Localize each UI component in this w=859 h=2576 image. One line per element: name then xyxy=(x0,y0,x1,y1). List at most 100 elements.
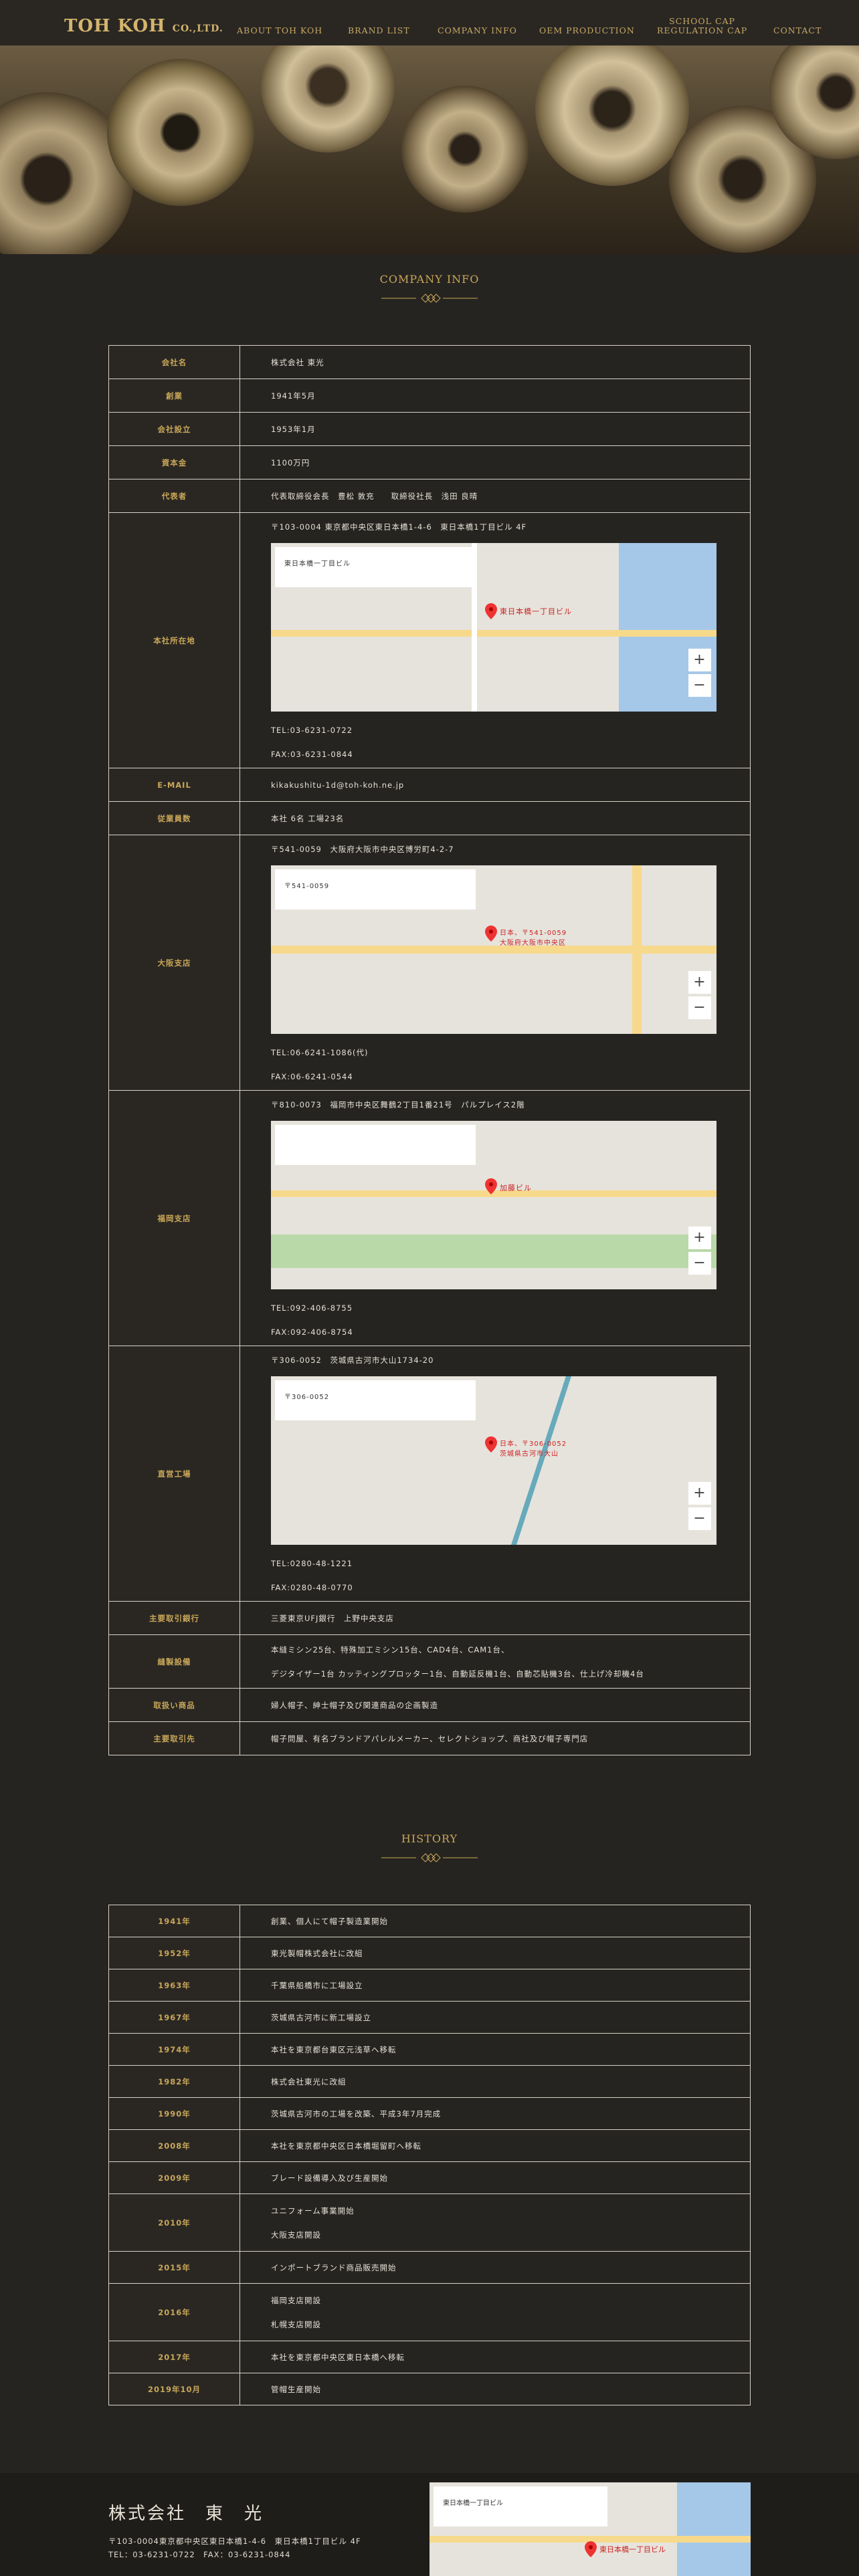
email-link[interactable]: kikakushitu-1d@toh-koh.ne.jp xyxy=(271,780,404,790)
factory-map[interactable]: 〒306-0052 日本、〒306-0052 茨城県古河市大山 + − xyxy=(271,1376,717,1545)
history-event-line: 東光製帽株式会社に改組 xyxy=(271,1948,363,1958)
history-row: 2017年 本社を東京都中央区東日本橋へ移転 xyxy=(108,2341,751,2373)
equipment-line: 本縫ミシン25台、特殊加工ミシン15台、CAD4台、CAM1台、 xyxy=(271,1644,510,1654)
map-label: 東日本橋一丁目ビル xyxy=(599,2545,666,2554)
map-info-card: 東日本橋一丁目ビル xyxy=(275,546,476,587)
hq-fax: FAX:03-6231-0844 xyxy=(271,749,353,759)
history-row: 1974年 本社を東京都台東区元浅草へ移転 xyxy=(108,2033,751,2066)
hq-map[interactable]: 東日本橋一丁目ビル 東日本橋一丁目ビル + − xyxy=(271,542,717,712)
fukuoka-tel: TEL:092-406-8755 xyxy=(271,1303,353,1313)
map-pin-icon xyxy=(485,1436,497,1453)
history-event: 茨城県古河市の工場を改築、平成3年7月完成 xyxy=(240,2097,751,2130)
history-event-line: 本社を東京都台東区元浅草へ移転 xyxy=(271,2044,397,2054)
table-row-hq: 本社所在地 〒103-0004 東京都中央区東日本橋1-4-6 東日本橋1丁目ビ… xyxy=(108,512,751,768)
history-event-line: 管帽生産開始 xyxy=(271,2384,321,2394)
row-value: 株式会社 東光 xyxy=(240,345,751,379)
history-year: 1941年 xyxy=(108,1905,240,1937)
fukuoka-map[interactable]: 加藤ビル + − xyxy=(271,1120,717,1289)
osaka-address: 〒541-0059 大阪府大阪市中央区博労町4-2-7 xyxy=(271,844,454,854)
footer-address: 〒103-0004東京都中央区東日本橋1-4-6 東日本橋1丁目ビル 4F xyxy=(108,2537,361,2546)
osaka-map[interactable]: 〒541-0059 日本、〒541-0059 大阪府大阪市中央区 + − xyxy=(271,865,717,1034)
table-row-factory: 直営工場 〒306-0052 茨城県古河市大山1734-20 〒306-0052… xyxy=(108,1346,751,1602)
nav-oem[interactable]: OEM PRODUCTION xyxy=(539,25,635,35)
history-event-line: 札幌支店開設 xyxy=(271,2319,321,2329)
zoom-out-button[interactable]: − xyxy=(688,1507,711,1530)
zoom-out-button[interactable]: − xyxy=(688,1251,711,1275)
fukuoka-address: 〒810-0073 福岡市中央区舞鶴2丁目1番21号 パルプレイス2階 xyxy=(271,1099,525,1109)
history-row: 2008年 本社を東京都中央区日本橋堀留町へ移転 xyxy=(108,2129,751,2162)
history-row: 2009年 ブレード設備導入及び生産開始 xyxy=(108,2161,751,2194)
history-event: 本社を東京都中央区東日本橋へ移転 xyxy=(240,2341,751,2373)
map-pin-icon xyxy=(485,1178,497,1194)
map-label: 東日本橋一丁目ビル xyxy=(500,607,572,616)
map-pin-icon xyxy=(485,925,497,942)
hq-address: 〒103-0004 東京都中央区東日本橋1-4-6 東日本橋1丁目ビル 4F xyxy=(271,522,527,532)
history-event-line: ユニフォーム事業開始 xyxy=(271,2206,355,2216)
row-value: 1100万円 xyxy=(240,445,751,479)
history-event-line: 茨城県古河市に新工場設立 xyxy=(271,2012,371,2022)
zoom-in-button[interactable]: + xyxy=(688,1226,711,1249)
osaka-tel: TEL:06-6241-1086(代) xyxy=(271,1047,369,1057)
history-year: 1967年 xyxy=(108,2001,240,2034)
row-value: 婦人帽子、紳士帽子及び関連商品の企画製造 xyxy=(240,1688,751,1722)
history-event: ブレード設備導入及び生産開始 xyxy=(240,2161,751,2194)
history-event: 管帽生産開始 xyxy=(240,2373,751,2405)
row-label: 従業員数 xyxy=(108,801,240,835)
history-event-line: インポートブランド商品販売開始 xyxy=(271,2262,397,2272)
hq-tel: TEL:03-6231-0722 xyxy=(271,725,353,735)
nav-company-info[interactable]: COMPANY INFO xyxy=(438,25,517,35)
row-value: 本社 6名 工場23名 xyxy=(240,801,751,835)
nav-about[interactable]: ABOUT TOH KOH xyxy=(237,25,322,35)
history-row: 1941年 創業、個人にて帽子製造業開始 xyxy=(108,1905,751,1937)
row-label: 会社設立 xyxy=(108,412,240,446)
history-event-line: 創業、個人にて帽子製造業開始 xyxy=(271,1916,388,1926)
table-row: 資本金 1100万円 xyxy=(108,445,751,479)
zoom-in-button[interactable]: + xyxy=(688,648,711,671)
history-event-line: 本社を東京都中央区日本橋堀留町へ移転 xyxy=(271,2141,421,2151)
map-pin-icon xyxy=(585,2541,597,2557)
history-event: インポートブランド商品販売開始 xyxy=(240,2251,751,2284)
row-value: 代表取締役会長 豊松 敦充 取締役社長 浅田 良晴 xyxy=(240,479,751,513)
history-year: 2015年 xyxy=(108,2251,240,2284)
nav-contact[interactable]: CONTACT xyxy=(773,25,822,35)
nav-school-regulation-cap[interactable]: SCHOOL CAP REGULATION CAP xyxy=(657,17,747,35)
history-year: 2017年 xyxy=(108,2341,240,2373)
zoom-out-button[interactable]: − xyxy=(688,673,711,697)
history-event: 株式会社東光に改組 xyxy=(240,2065,751,2098)
row-value: 1941年5月 xyxy=(240,379,751,413)
row-value: 帽子問屋、有名ブランドアパレルメーカー、セレクトショップ、商社及び帽子専門店 xyxy=(240,1721,751,1755)
table-row: 主要取引先 帽子問屋、有名ブランドアパレルメーカー、セレクトショップ、商社及び帽子… xyxy=(108,1721,751,1755)
footer-map[interactable]: 東日本橋一丁目ビル 東日本橋一丁目ビル xyxy=(430,2482,751,2576)
company-info-title: COMPANY INFO xyxy=(379,273,480,286)
history-year: 2016年 xyxy=(108,2283,240,2341)
osaka-fax: FAX:06-6241-0544 xyxy=(271,1071,353,1081)
table-row: 取扱い商品 婦人帽子、紳士帽子及び関連商品の企画製造 xyxy=(108,1688,751,1722)
main-nav: ABOUT TOH KOH BRAND LIST COMPANY INFO OE… xyxy=(0,0,859,45)
footer-contact: TEL：03-6231-0722 FAX：03-6231-0844 xyxy=(108,2550,291,2559)
history-event-line: 大阪支店開設 xyxy=(271,2230,321,2240)
history-title: HISTORY xyxy=(401,1832,458,1845)
history-year: 2010年 xyxy=(108,2193,240,2252)
history-year: 1963年 xyxy=(108,1969,240,2002)
history-event: ユニフォーム事業開始 大阪支店開設 xyxy=(240,2193,751,2252)
map-label: 日本、〒306-0052 茨城県古河市大山 xyxy=(500,1440,567,1458)
nav-brand-list[interactable]: BRAND LIST xyxy=(348,25,410,35)
table-row: 代表者 代表取締役会長 豊松 敦充 取締役社長 浅田 良晴 xyxy=(108,479,751,513)
zoom-in-button[interactable]: + xyxy=(688,970,711,994)
map-info-card: 東日本橋一丁目ビル xyxy=(434,2486,607,2527)
zoom-in-button[interactable]: + xyxy=(688,1481,711,1505)
map-info-card: 〒541-0059 xyxy=(275,869,476,909)
history-event: 千葉県船橋市に工場設立 xyxy=(240,1969,751,2002)
fukuoka-fax: FAX:092-406-8754 xyxy=(271,1327,353,1337)
table-row: 主要取引銀行 三菱東京UFJ銀行 上野中央支店 xyxy=(108,1601,751,1635)
map-label: 加藤ビル xyxy=(500,1183,532,1192)
row-value: 1953年1月 xyxy=(240,412,751,446)
company-info-table: 会社名 株式会社 東光 創業 1941年5月 会社設立 1953年1月 資本金 1100… xyxy=(108,345,751,1755)
history-row: 2019年10月 管帽生産開始 xyxy=(108,2373,751,2405)
history-row: 2015年 インポートブランド商品販売開始 xyxy=(108,2251,751,2284)
history-event-line: 千葉県船橋市に工場設立 xyxy=(271,1980,363,1990)
ornament-icon xyxy=(381,294,478,303)
zoom-out-button[interactable]: − xyxy=(688,996,711,1019)
history-row: 2016年 福岡支店開設 札幌支店開設 xyxy=(108,2283,751,2341)
table-row: 従業員数 本社 6名 工場23名 xyxy=(108,801,751,835)
